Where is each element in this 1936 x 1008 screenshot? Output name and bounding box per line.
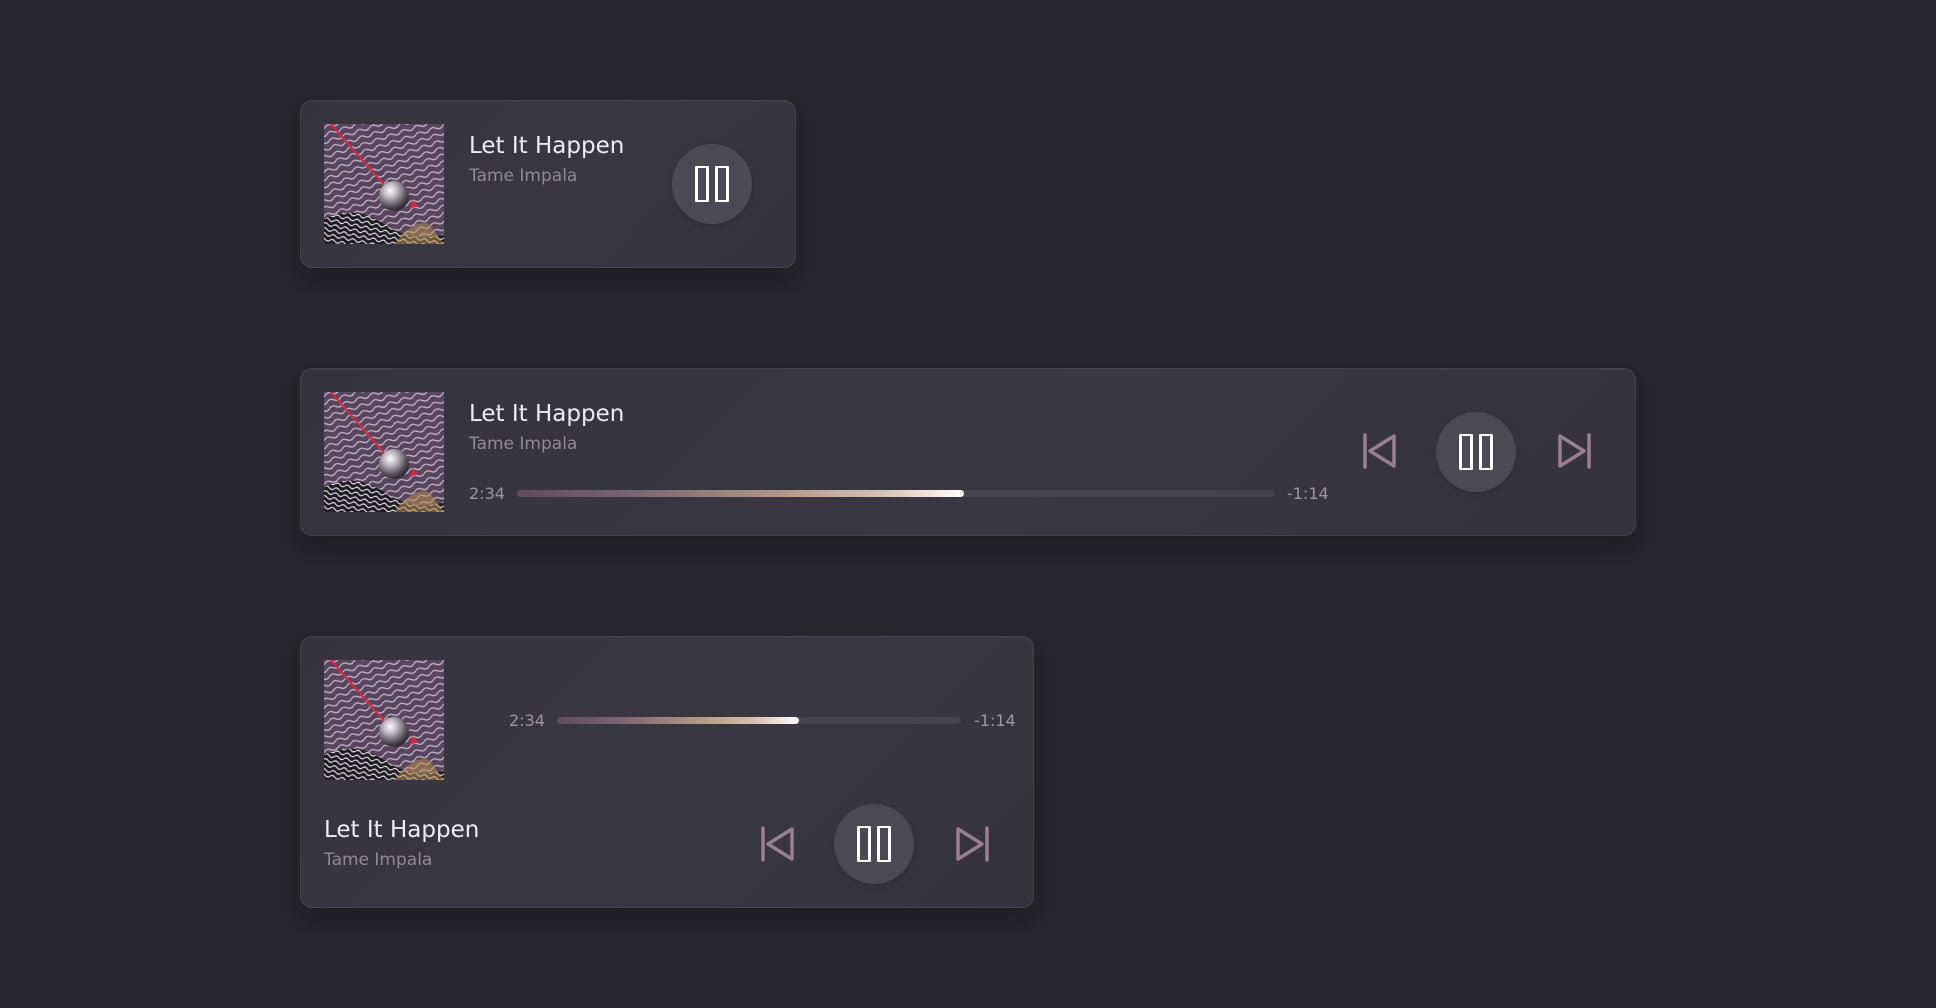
track-title: Let It Happen xyxy=(324,817,480,843)
pause-button[interactable] xyxy=(834,804,914,884)
artist-name: Tame Impala xyxy=(469,166,578,186)
skip-next-icon[interactable] xyxy=(952,824,992,864)
remaining-time: -1:14 xyxy=(1287,484,1329,503)
stacked-player: 2:34 -1:14 Let It Happen Tame Impala xyxy=(300,636,1034,908)
skip-previous-icon[interactable] xyxy=(1360,431,1400,471)
progress-fill xyxy=(557,717,800,724)
progress-bar[interactable] xyxy=(517,490,1274,497)
pause-icon xyxy=(857,826,891,862)
wide-player: Let It Happen Tame Impala 2:34 -1:14 xyxy=(300,368,1636,536)
skip-previous-icon[interactable] xyxy=(758,824,798,864)
pause-icon xyxy=(1459,434,1493,470)
pause-button[interactable] xyxy=(1436,412,1516,492)
elapsed-time: 2:34 xyxy=(509,711,545,730)
progress-fill xyxy=(517,490,964,497)
album-art xyxy=(324,660,444,780)
pause-button[interactable] xyxy=(672,144,752,224)
progress-bar[interactable] xyxy=(557,717,961,724)
track-title: Let It Happen xyxy=(469,401,625,427)
artist-name: Tame Impala xyxy=(469,434,578,454)
skip-next-icon[interactable] xyxy=(1554,431,1594,471)
pause-icon xyxy=(695,166,729,202)
artist-name: Tame Impala xyxy=(324,850,433,870)
track-title: Let It Happen xyxy=(469,133,625,159)
elapsed-time: 2:34 xyxy=(469,484,505,503)
compact-player: Let It Happen Tame Impala xyxy=(300,100,796,268)
album-art xyxy=(324,392,444,512)
album-art xyxy=(324,124,444,244)
remaining-time: -1:14 xyxy=(974,711,1016,730)
